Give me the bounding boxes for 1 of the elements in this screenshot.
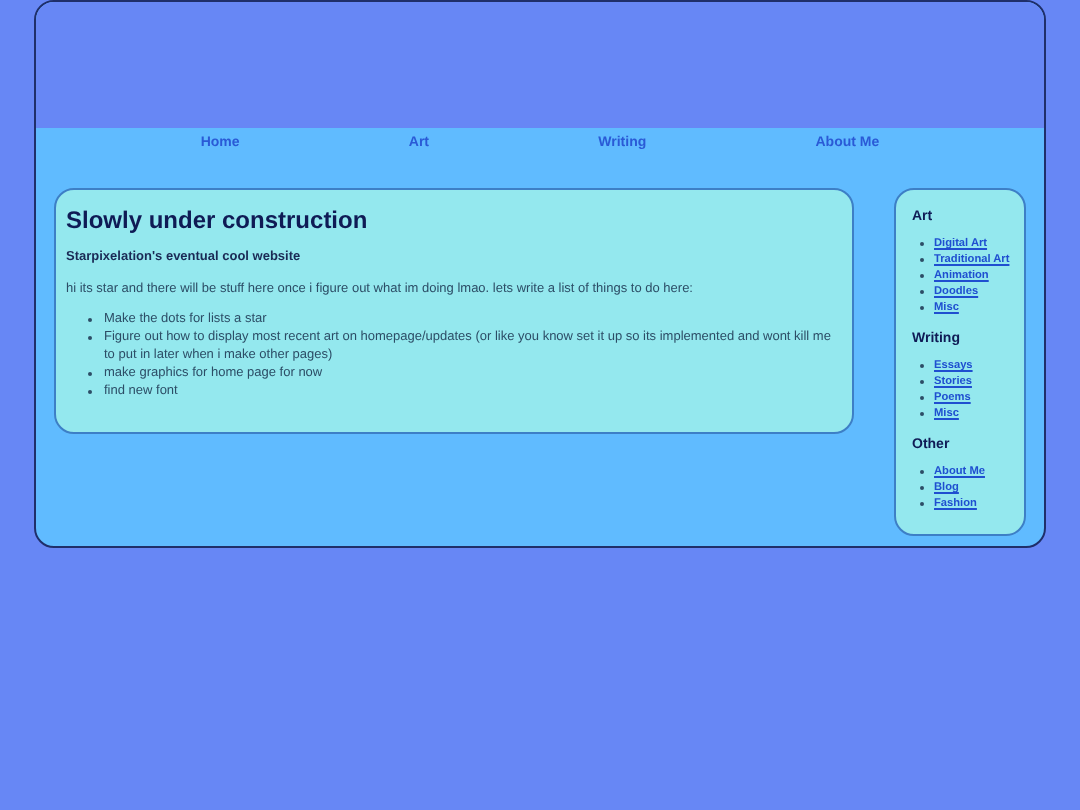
page-heading: Slowly under construction [66, 206, 370, 234]
